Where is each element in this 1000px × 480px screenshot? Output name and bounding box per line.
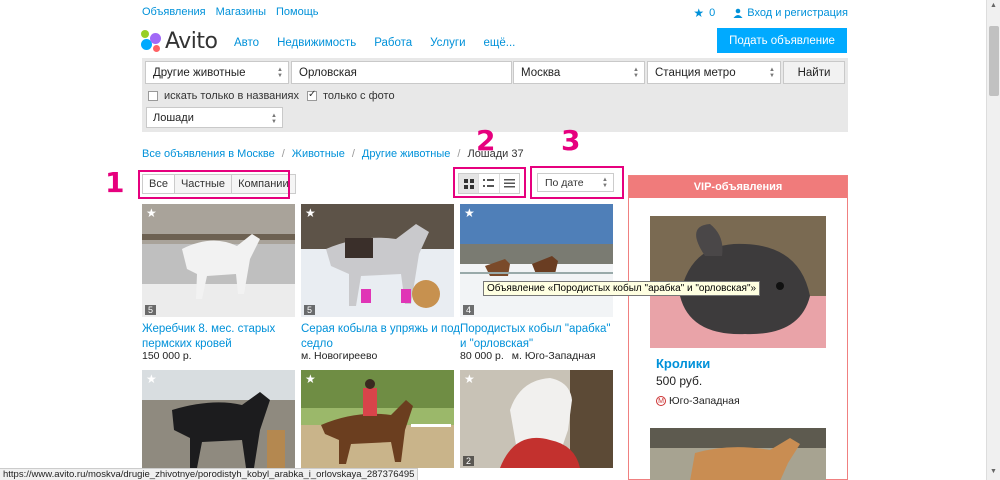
post-ad-button[interactable]: Подать объявление: [717, 28, 847, 53]
listing-card[interactable]: ★ 5 Серая кобыла в упряжь и под седло м.…: [301, 204, 460, 364]
select-arrows-icon: ▲ ▼: [769, 67, 775, 79]
annotation-box-1: [138, 170, 290, 199]
annotation-number-1: 1: [105, 166, 125, 199]
listing-meta: 80 000 р. м. Юго-Западная: [460, 350, 596, 362]
annotation-number-3: 3: [561, 124, 581, 157]
top-bar: Объявления Магазины Помощь ★ 0 Вход и ре…: [142, 6, 848, 20]
listing-price: 80 000 р.: [460, 350, 504, 362]
vip-price: 500 руб.: [656, 374, 703, 388]
vip-photo-2[interactable]: [650, 428, 826, 480]
annotation-box-3: [530, 166, 624, 199]
breadcrumb-other[interactable]: Другие животные: [362, 148, 451, 160]
listing-location: м. Юго-Западная: [511, 350, 596, 362]
favorite-star-icon[interactable]: ★: [146, 206, 157, 220]
shops-link[interactable]: Магазины: [216, 6, 266, 18]
listing-title[interactable]: Породистых кобыл "арабка" и "орловская": [460, 322, 620, 352]
subcategory-value: Лошади: [153, 112, 194, 124]
logo-text: Avito: [165, 28, 218, 54]
metro-icon: М: [656, 396, 666, 406]
user-icon: [733, 8, 743, 18]
vip-metro-station: Юго-Западная: [669, 395, 740, 407]
login-label: Вход и регистрация: [747, 7, 848, 19]
listing-title[interactable]: Серая кобыла в упряжь и под седло: [301, 322, 461, 352]
scroll-up-icon[interactable]: ▲: [990, 2, 997, 9]
logo-dots-icon: [141, 30, 161, 52]
nav-more[interactable]: ещё...: [484, 37, 516, 49]
subcategory-select[interactable]: Лошади ▲ ▼: [146, 107, 283, 128]
metro-select[interactable]: Станция метро ▲ ▼: [647, 61, 781, 84]
listing-photo[interactable]: ★: [301, 370, 454, 468]
breadcrumb: Все объявления в Москве / Животные / Дру…: [142, 148, 524, 160]
category-value: Другие животные: [153, 67, 246, 79]
listing-tooltip: Объявление «Породистых кобыл "арабка" и …: [483, 281, 761, 296]
favorite-star-icon[interactable]: ★: [464, 206, 475, 220]
breadcrumb-all[interactable]: Все объявления в Москве: [142, 148, 275, 160]
favorites-link[interactable]: ★ 0: [693, 6, 715, 20]
photo-count-badge: 5: [304, 305, 316, 315]
titles-only-label: искать только в названиях: [164, 90, 299, 102]
with-photo-checkbox[interactable]: только с фото: [307, 89, 395, 102]
photo-count-badge: 5: [145, 305, 157, 315]
listing-meta: м. Новогиреево: [301, 350, 377, 362]
vip-header: VIP-объявления: [629, 176, 847, 198]
search-query: Орловская: [299, 67, 357, 79]
select-arrows-icon: ▲ ▼: [633, 67, 639, 79]
vip-metro: М Юго-Западная: [656, 395, 740, 407]
photo-count-badge: 4: [463, 305, 475, 315]
category-select[interactable]: Другие животные ▲ ▼: [145, 61, 289, 84]
login-link[interactable]: Вход и регистрация: [733, 7, 848, 19]
scrollbar-thumb[interactable]: [989, 26, 999, 96]
search-input[interactable]: Орловская: [291, 61, 512, 84]
listing-photo[interactable]: ★: [142, 370, 295, 468]
city-value: Москва: [521, 67, 561, 79]
nav-realty[interactable]: Недвижимость: [277, 37, 356, 49]
listing-card[interactable]: ★: [142, 370, 295, 468]
vip-title[interactable]: Кролики: [656, 356, 710, 371]
listing-photo[interactable]: ★ 2: [460, 370, 613, 468]
listing-photo[interactable]: ★ 4: [460, 204, 613, 317]
annotation-number-2: 2: [476, 124, 496, 157]
listing-photo[interactable]: ★ 5: [142, 204, 295, 317]
nav-job[interactable]: Работа: [374, 37, 412, 49]
metro-value: Станция метро: [655, 67, 736, 79]
select-arrows-icon: ▲ ▼: [277, 67, 283, 79]
find-button[interactable]: Найти: [783, 61, 845, 84]
favorite-star-icon[interactable]: ★: [305, 206, 316, 220]
photo-count-badge: 2: [463, 456, 475, 466]
listing-card[interactable]: ★ 2: [460, 370, 613, 468]
nav-services[interactable]: Услуги: [430, 37, 465, 49]
favorite-star-icon[interactable]: ★: [305, 372, 316, 386]
city-select[interactable]: Москва ▲ ▼: [513, 61, 645, 84]
main-nav: Авто Недвижимость Работа Услуги ещё...: [234, 37, 515, 49]
select-arrows-icon: ▲ ▼: [271, 113, 277, 125]
breadcrumb-animals[interactable]: Животные: [292, 148, 345, 160]
checkbox-box-checked: [307, 89, 317, 101]
ads-link[interactable]: Объявления: [142, 6, 206, 18]
status-bar-url: https://www.avito.ru/moskva/drugie_zhivo…: [0, 468, 419, 480]
scroll-down-icon[interactable]: ▼: [990, 468, 997, 475]
with-photo-label: только с фото: [323, 90, 395, 102]
listing-price: 150 000 р.: [142, 350, 192, 362]
listing-card[interactable]: ★ 5 Жеребчик 8. мес. старых пермских кро…: [142, 204, 295, 364]
checkbox-box: [148, 91, 158, 101]
help-link[interactable]: Помощь: [276, 6, 319, 18]
titles-only-checkbox[interactable]: искать только в названиях: [148, 90, 299, 102]
star-icon: ★: [693, 6, 705, 20]
avito-logo[interactable]: Avito: [141, 28, 221, 54]
favorite-star-icon[interactable]: ★: [464, 372, 475, 386]
listing-photo[interactable]: ★ 5: [301, 204, 454, 317]
listing-card[interactable]: ★: [301, 370, 454, 468]
search-panel: Другие животные ▲ ▼ Орловская Москва ▲ ▼ С…: [142, 58, 848, 132]
listing-location: м. Новогиреево: [301, 350, 378, 362]
nav-auto[interactable]: Авто: [234, 37, 259, 49]
favorite-star-icon[interactable]: ★: [146, 372, 157, 386]
annotation-box-2: [453, 167, 526, 198]
favorites-count: 0: [709, 7, 716, 19]
listing-title[interactable]: Жеребчик 8. мес. старых пермских кровей: [142, 322, 302, 352]
page-scrollbar[interactable]: ▲ ▼: [986, 0, 1000, 480]
listing-meta: 150 000 р.: [142, 350, 192, 362]
vip-panel: VIP-объявления Кролики 500 руб. М Юго-За…: [628, 175, 848, 480]
